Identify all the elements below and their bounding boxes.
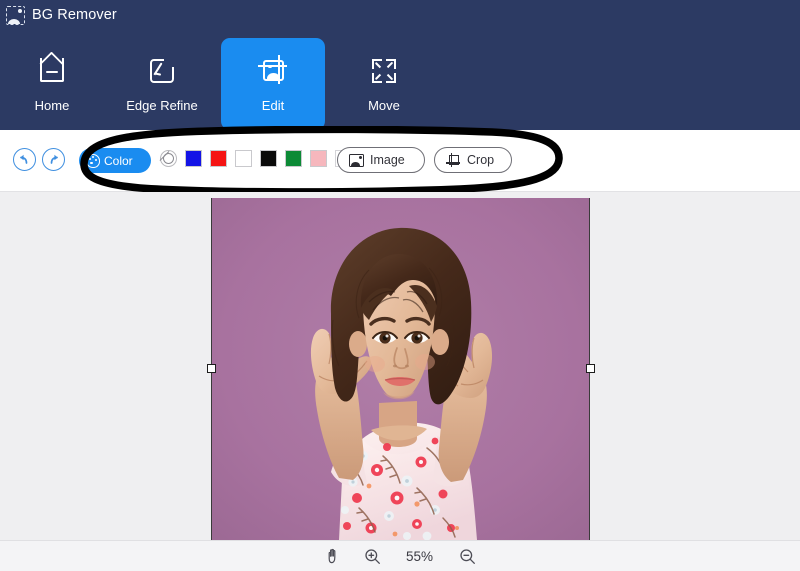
color-button-label: Color <box>104 154 133 168</box>
selection-handle-right[interactable] <box>586 364 595 373</box>
nav-label-move: Move <box>368 98 400 113</box>
zoom-in-icon <box>364 548 381 565</box>
nav-label-edit: Edit <box>262 98 284 113</box>
crop-button[interactable]: Crop <box>434 147 512 173</box>
swatch-green[interactable] <box>285 150 302 167</box>
redo-arrow-icon <box>46 152 61 167</box>
edge-refine-icon <box>145 54 179 88</box>
image-icon <box>349 154 364 167</box>
swatch-none[interactable] <box>160 150 177 167</box>
zoom-out-icon <box>459 548 476 565</box>
color-button[interactable]: Color <box>79 148 151 173</box>
edit-image-icon <box>256 54 290 88</box>
image-button-label: Image <box>370 153 405 167</box>
swatch-pink[interactable] <box>310 150 327 167</box>
crop-button-label: Crop <box>467 153 494 167</box>
swatch-blue[interactable] <box>185 150 202 167</box>
nav-label-home: Home <box>35 98 70 113</box>
swatch-red[interactable] <box>210 150 227 167</box>
zoom-out-button[interactable] <box>459 548 476 565</box>
photo-toddler[interactable] <box>211 198 590 540</box>
crop-icon <box>446 153 461 168</box>
nav-item-edge-refine[interactable]: Edge Refine <box>110 38 214 130</box>
app-title: BG Remover <box>32 7 117 23</box>
app-root: BG Remover Home Edge Refine Edit <box>0 0 800 571</box>
redo-button[interactable] <box>42 148 65 171</box>
nav-item-home[interactable]: Home <box>0 38 104 130</box>
hand-tool-icon <box>325 547 342 565</box>
nav-item-move[interactable]: Move <box>332 38 436 130</box>
undo-arrow-icon <box>17 152 32 167</box>
selection-handle-left[interactable] <box>207 364 216 373</box>
move-arrows-icon <box>367 54 401 88</box>
title-bar: BG Remover <box>0 0 800 30</box>
palette-icon <box>86 154 100 168</box>
nav-label-edge-refine: Edge Refine <box>126 98 198 113</box>
toddler-photo-artwork <box>211 198 590 540</box>
zoom-level-value: 55% <box>403 549 437 564</box>
home-icon <box>35 54 69 88</box>
main-nav-bar: Home Edge Refine Edit Move <box>0 30 800 130</box>
bg-remover-logo-icon <box>6 6 25 25</box>
nav-item-edit[interactable]: Edit <box>221 38 325 130</box>
undo-button[interactable] <box>13 148 36 171</box>
swatch-white[interactable] <box>235 150 252 167</box>
swatch-black[interactable] <box>260 150 277 167</box>
zoom-in-button[interactable] <box>364 548 381 565</box>
image-canvas[interactable] <box>0 192 800 540</box>
zoom-bar: 55% <box>0 540 800 571</box>
image-button[interactable]: Image <box>337 147 425 173</box>
hand-tool-button[interactable] <box>325 547 342 565</box>
color-swatch-list <box>160 150 352 167</box>
